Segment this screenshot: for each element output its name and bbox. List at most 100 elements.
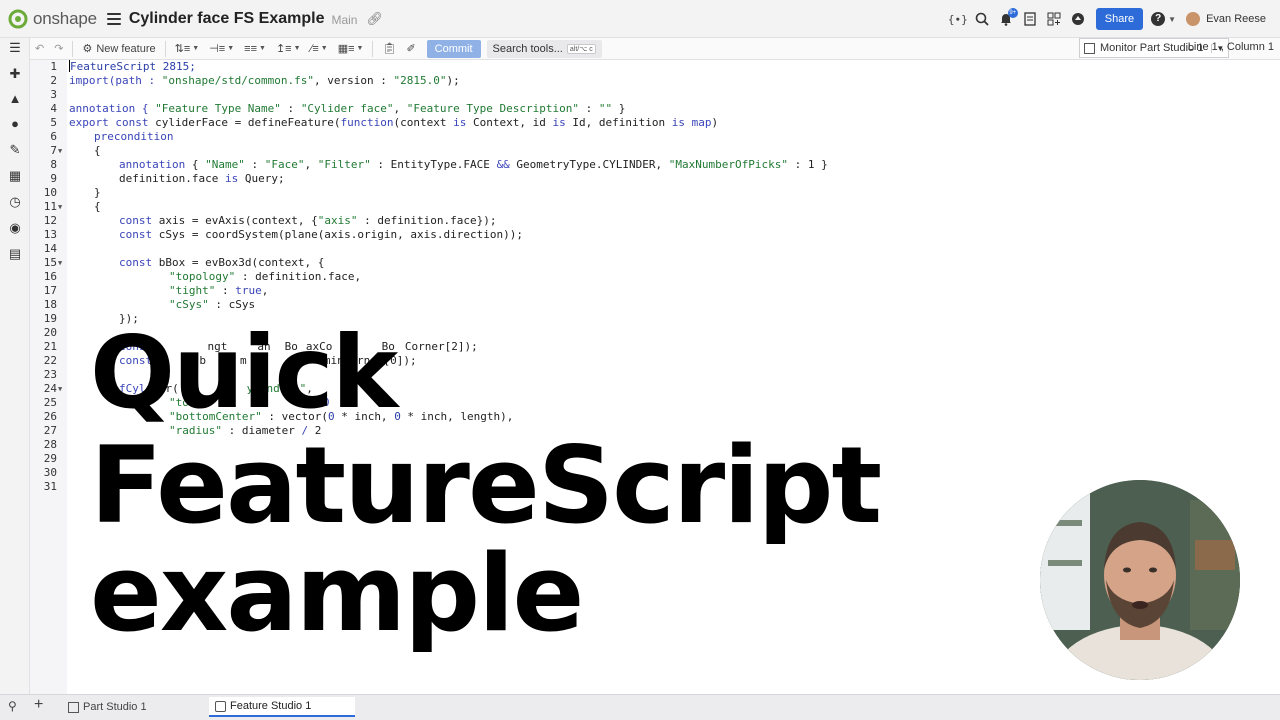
tab-feature-studio-1[interactable]: Feature Studio 1 <box>209 697 355 717</box>
onshape-logo[interactable]: onshape <box>8 9 97 29</box>
left-rail: ☰ ✚ ▲ ● ✎ ▦ ◷ ◉ ▤ <box>0 38 30 694</box>
line-number: 23 <box>43 368 57 381</box>
line-number: 27 <box>43 424 57 437</box>
line-number: 3 <box>50 88 57 101</box>
new-feature-icon: ⚙ <box>82 43 93 55</box>
code-line: "topology" : definition.face, <box>169 270 362 283</box>
parts-icon[interactable]: ▦ <box>7 168 23 184</box>
line-number: 17 <box>43 284 57 297</box>
line-number: 29 <box>43 452 57 465</box>
snippet-dropdown-5[interactable]: ∕≡ ▼ <box>306 39 333 59</box>
code-line: FeatureScript 2815; <box>69 60 196 73</box>
link-icon[interactable]: 🔗︎ <box>366 11 383 27</box>
help-dropdown-icon[interactable]: ▼ <box>1168 15 1176 24</box>
search-tools-shortcut: alt/⌥ c <box>566 43 596 54</box>
search-tabs-icon[interactable]: ⚲ <box>8 699 17 713</box>
user-name: Evan Reese <box>1206 13 1266 25</box>
ai-icon[interactable]: ◉ <box>7 220 23 236</box>
line-number: 21 <box>43 340 57 353</box>
snippet-dropdown-2[interactable]: ⊣≡ ▼ <box>204 39 239 59</box>
add-tab-icon[interactable]: + <box>34 696 43 714</box>
line-number: 16 <box>43 270 57 283</box>
timer-icon[interactable]: ◷ <box>7 194 23 210</box>
notifications-icon[interactable]: 9+ <box>994 7 1018 31</box>
edit-icon[interactable]: ✎ <box>7 142 23 158</box>
overlay-title-line-1: Quick <box>90 314 398 431</box>
code-line: { <box>94 200 101 213</box>
appearance-icon[interactable]: ▲ <box>7 91 23 107</box>
undo-icon[interactable]: ↶ <box>30 39 49 59</box>
line-number: 9 <box>50 172 57 185</box>
redo-icon[interactable]: ↷ <box>49 39 68 59</box>
code-line: "tight" : true, <box>169 284 269 297</box>
line-number: 24 <box>43 382 57 395</box>
new-feature-button[interactable]: ⚙ New feature <box>77 39 160 59</box>
toolbar-divider <box>372 40 374 57</box>
user-menu[interactable]: Evan Reese <box>1186 12 1266 26</box>
code-line: const cSys = coordSystem(plane(axis.orig… <box>119 228 523 241</box>
bottom-tab-bar: ⚲ + Part Studio 1 Feature Studio 1 <box>0 694 1280 720</box>
line-number: 19 <box>43 312 57 325</box>
add-part-icon[interactable]: ✚ <box>7 66 23 82</box>
line-number: 5 <box>50 116 57 129</box>
line-number: 31 <box>43 480 57 493</box>
code-line: "cSys" : cSys <box>169 298 256 311</box>
line-number: 25 <box>43 396 57 409</box>
fold-toggle-icon[interactable]: ▼ <box>58 144 62 158</box>
line-number: 8 <box>50 158 57 171</box>
snippet-dropdown-4[interactable]: ↥≡ ▼ <box>271 39 306 59</box>
line-number: 10 <box>43 186 57 199</box>
line-number: 6 <box>50 130 57 143</box>
editor-toolbar: ↶ ↷ ⚙ New feature ⇅≡ ▼ ⊣≡ ▼ ≡≡ ▼ ↥≡ ▼ ∕≡ ▼ ▦≡… <box>30 38 1280 60</box>
monitor-icon <box>1084 42 1095 54</box>
feature-studio-icon <box>215 700 226 712</box>
branch-label[interactable]: Main <box>331 13 357 27</box>
line-number: 11 <box>43 200 57 213</box>
toolbar-divider <box>72 40 74 57</box>
line-number: 15 <box>43 256 57 269</box>
share-button[interactable]: Share <box>1095 8 1144 30</box>
code-line: annotation { "Name" : "Face", "Filter" :… <box>119 158 828 171</box>
document-title[interactable]: Cylinder face FS Example <box>129 10 325 28</box>
line-number: 4 <box>50 102 57 115</box>
line-number: 13 <box>43 228 57 241</box>
learning-icon[interactable] <box>1066 7 1090 31</box>
menu-icon[interactable] <box>106 12 121 25</box>
presenter-image <box>1040 480 1240 680</box>
document-icon[interactable] <box>1018 7 1042 31</box>
snippet-dropdown-3[interactable]: ≡≡ ▼ <box>239 39 271 59</box>
line-number: 26 <box>43 410 57 423</box>
top-header: onshape Cylinder face FS Example Main 🔗︎… <box>0 0 1280 38</box>
snippet-dropdown-6[interactable]: ▦≡ ▼ <box>333 39 369 59</box>
format-brush-icon[interactable]: ✐ <box>401 39 420 59</box>
fold-toggle-icon[interactable]: ▼ <box>58 256 62 270</box>
line-number: 30 <box>43 466 57 479</box>
variable-icon[interactable]: {∙} <box>946 7 970 31</box>
line-number: 1 <box>50 60 57 73</box>
line-number: 7 <box>50 144 57 157</box>
comments-icon[interactable]: ● <box>7 116 23 132</box>
fold-toggle-icon[interactable]: ▼ <box>58 200 62 214</box>
clipboard-icon[interactable]: 📋︎ <box>377 39 401 59</box>
commit-button[interactable]: Commit <box>426 39 481 58</box>
apps-icon[interactable] <box>1042 7 1066 31</box>
tab-label: Feature Studio 1 <box>230 700 312 712</box>
line-number: 12 <box>43 214 57 227</box>
code-line: precondition <box>94 130 174 143</box>
code-line: import(path : "onshape/std/common.fs", v… <box>69 74 460 87</box>
search-tools-button[interactable]: Search tools... alt/⌥ c <box>486 39 602 58</box>
app-name: onshape <box>33 8 97 28</box>
code-line: annotation { "Feature Type Name" : "Cyli… <box>69 102 626 115</box>
search-icon[interactable] <box>970 7 994 31</box>
snippet-dropdown-1[interactable]: ⇅≡ ▼ <box>170 39 205 59</box>
onshape-logo-icon <box>8 9 28 28</box>
webcam-presenter <box>1040 480 1240 680</box>
code-line: { <box>94 144 101 157</box>
code-line: export const cyliderFace = defineFeature… <box>69 116 719 129</box>
list-icon[interactable]: ▤ <box>7 246 23 262</box>
code-line: const bBox = evBox3d(context, { <box>119 256 325 269</box>
fold-toggle-icon[interactable]: ▼ <box>58 382 62 396</box>
feature-list-icon[interactable]: ☰ <box>7 40 23 56</box>
tab-part-studio-1[interactable]: Part Studio 1 <box>62 697 153 717</box>
help-icon[interactable]: ? <box>1151 12 1166 26</box>
